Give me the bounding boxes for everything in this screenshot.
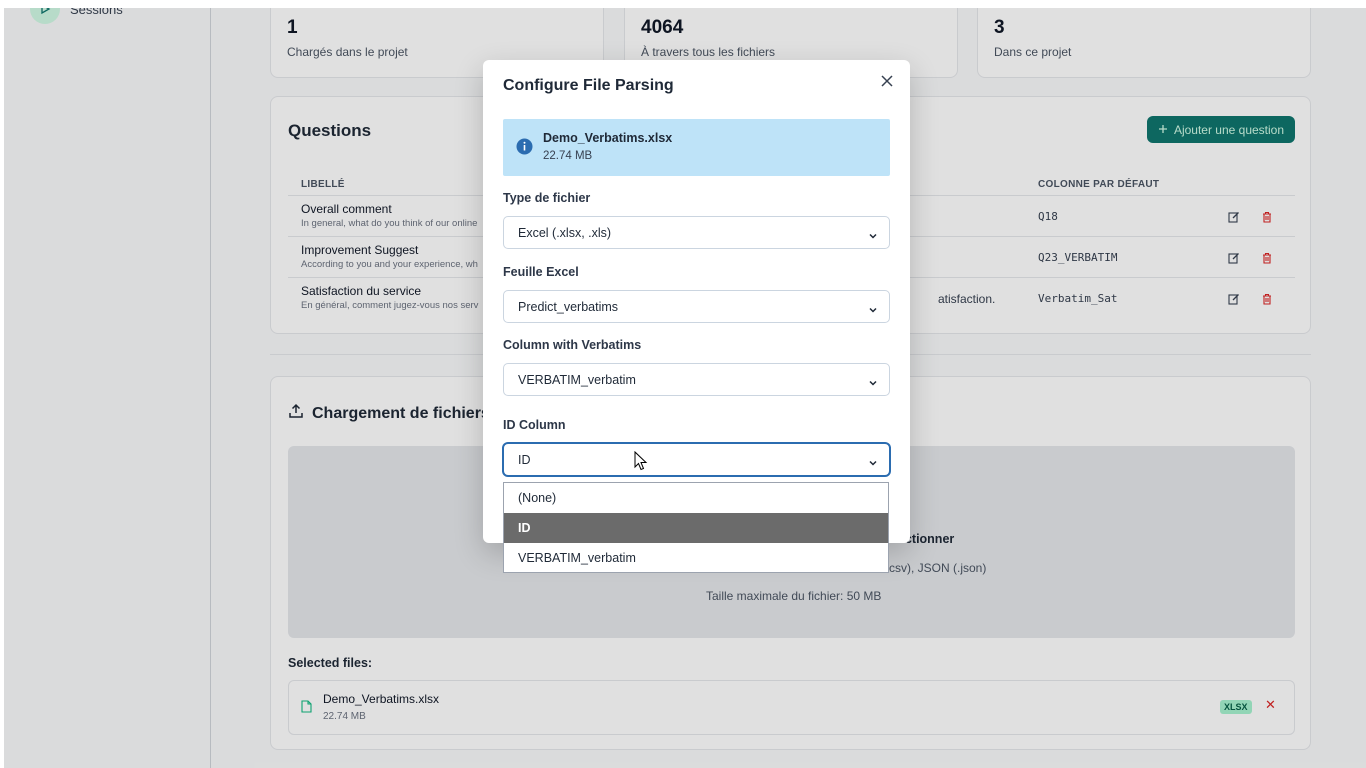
excel-sheet-label: Feuille Excel [503, 265, 579, 279]
modal-title: Configure File Parsing [503, 77, 674, 94]
chevron-down-icon [868, 302, 878, 320]
file-type-label: Type de fichier [503, 191, 591, 205]
chevron-down-icon [868, 375, 878, 393]
select-value: VERBATIM_verbatim [518, 373, 636, 387]
close-icon[interactable] [879, 73, 895, 89]
configure-parsing-modal: Configure File Parsing Demo_Verbatims.xl… [483, 60, 910, 543]
chevron-down-icon [868, 455, 878, 473]
info-file-size: 22.74 MB [543, 150, 593, 162]
cursor-icon [634, 450, 648, 476]
info-icon [516, 138, 533, 160]
dropdown-option-verbatim[interactable]: VERBATIM_verbatim [504, 543, 888, 573]
dropdown-option-id[interactable]: ID [504, 513, 888, 543]
select-value: ID [518, 453, 531, 467]
info-file-name: Demo_Verbatims.xlsx [543, 131, 673, 145]
chevron-down-icon [868, 228, 878, 246]
file-type-select[interactable]: Excel (.xlsx, .xls) [503, 216, 890, 249]
id-column-select[interactable]: ID [503, 443, 890, 476]
verbatim-column-select[interactable]: VERBATIM_verbatim [503, 363, 890, 396]
id-column-label: ID Column [503, 418, 566, 432]
excel-sheet-select[interactable]: Predict_verbatims [503, 290, 890, 323]
select-value: Predict_verbatims [518, 300, 619, 314]
id-column-dropdown: (None) ID VERBATIM_verbatim [503, 482, 889, 573]
verbatim-column-label: Column with Verbatims [503, 338, 642, 352]
file-info-box: Demo_Verbatims.xlsx 22.74 MB [503, 119, 890, 176]
dropdown-option-none[interactable]: (None) [504, 483, 888, 513]
select-value: Excel (.xlsx, .xls) [518, 226, 612, 240]
